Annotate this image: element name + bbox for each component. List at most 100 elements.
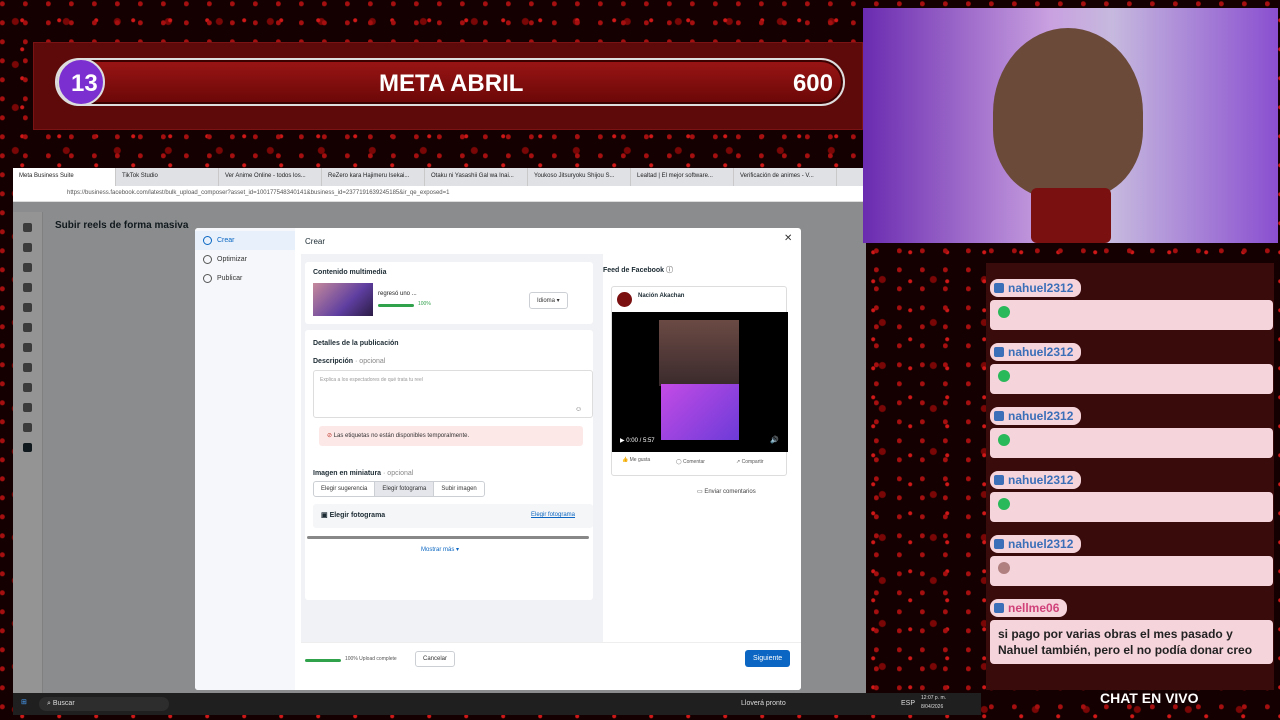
goal-title: META ABRIL <box>379 70 524 97</box>
windows-icon[interactable]: ⊞ <box>21 698 27 706</box>
chat-bubble <box>990 556 1273 586</box>
video-controls[interactable]: ▶ 0:00 / 5:57 <box>620 437 655 444</box>
preview-heading: Feed de Facebook ⓘ <box>603 267 674 274</box>
upload-status: 100% Upload complete <box>345 656 397 662</box>
step-crear[interactable]: Crear <box>195 231 295 250</box>
media-filename: regresó uno ... <box>378 291 417 297</box>
option-upload[interactable]: Subir imagen <box>434 482 483 496</box>
weather-widget[interactable]: Lloverá pronto <box>741 700 786 707</box>
tab-verificacion[interactable]: Verificación de animes - V... <box>734 168 837 186</box>
comment-button[interactable]: ◯ Comentar <box>676 459 705 465</box>
upload-progress <box>305 659 341 662</box>
upload-pct: 100% <box>418 301 431 307</box>
share-button[interactable]: ↗ Compartir <box>736 459 764 465</box>
show-more-link[interactable]: Mostrar más ▾ <box>421 546 459 553</box>
frame-link[interactable]: Elegir fotograma <box>531 512 575 518</box>
emote-icon <box>998 306 1010 318</box>
create-modal: Crear Optimizar Publicar Crear ✕ Conteni… <box>195 228 801 690</box>
emote-icon <box>998 370 1010 382</box>
chat-bubble: si pago por varias obras el mes pasado y… <box>990 620 1273 664</box>
step-publicar[interactable]: Publicar <box>195 269 295 288</box>
chat-username: nahuel2312 <box>990 471 1082 489</box>
page-name: Nación Akachan <box>638 293 685 299</box>
chat-label: CHAT EN VIVO <box>1100 690 1199 706</box>
chat-message: nahuel2312 <box>990 471 1273 522</box>
webcam-frame <box>661 384 739 440</box>
post-preview: Nación Akachan ▶ 0:00 / 5:57 🔊 👍 Me gust… <box>611 286 788 476</box>
chat-bubble <box>990 428 1273 458</box>
tab-anime-online[interactable]: Ver Anime Online - todos los... <box>219 168 322 186</box>
tab-rezero[interactable]: ReZero kara Hajimeru Isekai... <box>322 168 425 186</box>
emoji-icon[interactable]: ☺ <box>575 406 582 413</box>
next-button[interactable]: Siguiente <box>745 650 791 667</box>
modal-title: Crear <box>305 237 326 246</box>
tab-meta-business[interactable]: Meta Business Suite <box>13 168 116 186</box>
radio-icon <box>203 236 212 245</box>
tags-error-banner: ⊘ Las etiquetas no están disponibles tem… <box>319 426 583 446</box>
webcam-feed <box>863 8 1278 243</box>
chat-message: nahuel2312 <box>990 535 1273 586</box>
browser-window: Meta Business Suite TikTok Studio Ver An… <box>13 168 866 693</box>
chat-message: nahuel2312 <box>990 407 1273 458</box>
emote-icon <box>998 434 1010 446</box>
taskbar: ⊞ ⌕ Buscar Lloverá pronto ESP 12:07 p. m… <box>13 693 981 715</box>
thumbnail-label: Imagen en miniatura · opcional <box>313 470 414 477</box>
like-button[interactable]: 👍 Me gusta <box>622 457 650 463</box>
thumbnail-options: Elegir sugerencia Elegir fotograma Subir… <box>313 481 485 497</box>
media-heading: Contenido multimedia <box>313 269 387 276</box>
horizontal-scrollbar[interactable] <box>307 536 589 539</box>
tab-otaku[interactable]: Otaku ni Yasashii Gal wa Inai... <box>425 168 528 186</box>
details-card: Detalles de la publicación Descripción ·… <box>305 330 593 600</box>
chat-username: nahuel2312 <box>990 343 1082 361</box>
preview-panel: Feed de Facebook ⓘ Nación Akachan ▶ 0:00… <box>603 254 793 642</box>
tab-strip: Meta Business Suite TikTok Studio Ver An… <box>13 168 866 186</box>
search-box[interactable]: ⌕ Buscar <box>39 697 169 711</box>
language-indicator[interactable]: ESP <box>901 700 915 707</box>
tab-youkoso[interactable]: Youkoso Jitsuryoku Shijou S... <box>528 168 631 186</box>
media-thumbnail <box>313 283 373 316</box>
feedback-link[interactable]: ▭ Enviar comentarios <box>697 488 756 495</box>
chat-username: nahuel2312 <box>990 279 1082 297</box>
tab-lealtad[interactable]: Lealtad | El mejor software... <box>631 168 734 186</box>
goal-target: 600 <box>792 70 833 97</box>
chat-panel: nahuel2312 nahuel2312 nahuel2312 nahuel2… <box>986 263 1274 690</box>
description-label: Descripción · opcional <box>313 358 386 365</box>
modal-footer: 100% Upload complete Cancelar Siguiente <box>301 642 801 690</box>
chat-bubble <box>990 300 1273 330</box>
chat-username: nahuel2312 <box>990 535 1082 553</box>
radio-icon <box>203 255 212 264</box>
emote-icon <box>998 498 1010 510</box>
goal-progress-bar: 13 META ABRIL 600 <box>55 58 845 106</box>
tab-tiktok[interactable]: TikTok Studio <box>116 168 219 186</box>
volume-icon[interactable]: 🔊 <box>770 436 779 444</box>
option-suggestion[interactable]: Elegir sugerencia <box>314 482 376 496</box>
avatar <box>617 292 632 307</box>
close-icon[interactable]: ✕ <box>784 233 792 244</box>
chat-username: nahuel2312 <box>990 407 1082 425</box>
goal-current: 13 <box>71 70 98 97</box>
modal-body: Contenido multimedia regresó uno ... 100… <box>301 254 793 642</box>
streamer <box>993 28 1143 198</box>
language-dropdown[interactable]: Idioma ▾ <box>529 292 568 309</box>
step-optimizar[interactable]: Optimizar <box>195 250 295 269</box>
chat-message: nahuel2312 <box>990 279 1273 330</box>
chat-username: nellme06 <box>990 599 1068 617</box>
chat-message: nellme06 si pago por varias obras el mes … <box>990 599 1273 664</box>
details-heading: Detalles de la publicación <box>313 340 399 347</box>
address-bar[interactable]: https://business.facebook.com/latest/bul… <box>13 186 866 202</box>
clock-time[interactable]: 12:07 p. m. <box>921 695 946 701</box>
clock-date[interactable]: 8/04/2026 <box>921 704 943 710</box>
logo <box>1031 188 1111 243</box>
chat-message: nahuel2312 <box>990 343 1273 394</box>
option-frame[interactable]: Elegir fotograma <box>375 482 435 496</box>
chat-bubble <box>990 492 1273 522</box>
emote-icon <box>998 562 1010 574</box>
video-preview[interactable]: ▶ 0:00 / 5:57 🔊 <box>612 312 788 452</box>
chat-bubble <box>990 364 1273 394</box>
media-card: Contenido multimedia regresó uno ... 100… <box>305 262 593 324</box>
frame-label: ▣ Elegir fotograma <box>321 512 386 519</box>
video-frame <box>659 320 739 386</box>
cancel-button[interactable]: Cancelar <box>415 651 456 667</box>
description-input[interactable]: Explica a los espectadores de qué trata … <box>313 370 593 418</box>
radio-icon <box>203 274 212 283</box>
